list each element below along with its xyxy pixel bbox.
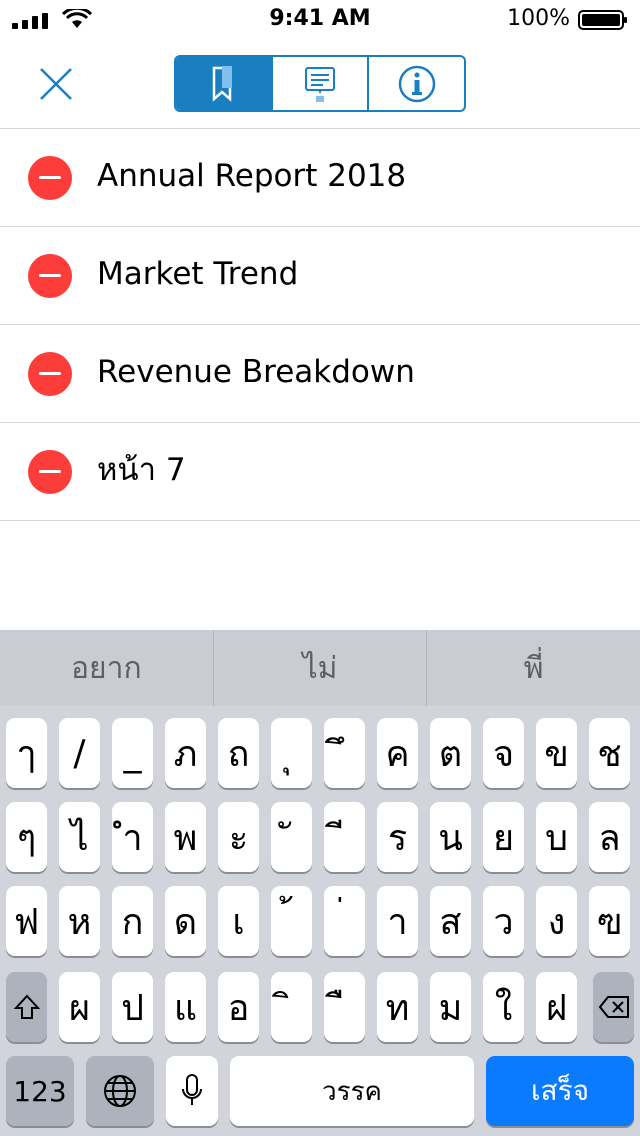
backspace-icon bbox=[598, 996, 629, 1018]
close-button[interactable] bbox=[28, 62, 84, 106]
list-item-label: Annual Report 2018 bbox=[97, 158, 407, 194]
dictation-key[interactable] bbox=[166, 1056, 218, 1126]
suggestion[interactable]: ไม่ bbox=[212, 630, 427, 706]
key[interactable]: พ bbox=[165, 802, 206, 872]
microphone-icon bbox=[182, 1074, 202, 1105]
key[interactable]: า bbox=[377, 886, 418, 956]
key[interactable]: ม bbox=[430, 972, 471, 1042]
key[interactable]: ย bbox=[483, 802, 524, 872]
tab-comments[interactable] bbox=[270, 57, 368, 110]
key[interactable]: จ bbox=[483, 718, 524, 788]
key[interactable]: ฝ bbox=[536, 972, 577, 1042]
key[interactable]: บ bbox=[536, 802, 577, 872]
key[interactable]: ช bbox=[589, 718, 630, 788]
key[interactable]: ด bbox=[165, 886, 206, 956]
key[interactable]: ถ bbox=[218, 718, 259, 788]
key[interactable]: ุ bbox=[271, 718, 312, 788]
battery-icon bbox=[578, 10, 627, 30]
delete-button[interactable] bbox=[28, 450, 72, 494]
key[interactable]: ิ bbox=[271, 972, 312, 1042]
numbers-key[interactable]: 123 bbox=[6, 1056, 74, 1126]
delete-button[interactable] bbox=[28, 352, 72, 396]
key[interactable]: ป bbox=[112, 972, 153, 1042]
toolbar bbox=[0, 40, 640, 129]
list-item[interactable]: หน้า 7 bbox=[0, 423, 640, 521]
done-key[interactable]: เสร็จ bbox=[486, 1056, 634, 1126]
key[interactable]: ๆ bbox=[6, 802, 47, 872]
delete-key[interactable] bbox=[593, 972, 634, 1042]
list-item[interactable]: Market Trend bbox=[0, 227, 640, 325]
key[interactable]: ๅ bbox=[6, 718, 47, 788]
list-item[interactable]: Revenue Breakdown bbox=[0, 325, 640, 423]
key[interactable]: ั bbox=[271, 802, 312, 872]
list-item-label: หน้า 7 bbox=[97, 452, 186, 488]
globe-icon bbox=[104, 1075, 136, 1107]
key[interactable]: ภ bbox=[165, 718, 206, 788]
key[interactable]: เ bbox=[218, 886, 259, 956]
info-icon bbox=[398, 65, 435, 102]
suggestion[interactable]: พี่ bbox=[426, 630, 640, 706]
globe-key[interactable] bbox=[86, 1056, 154, 1126]
key[interactable]: ้ bbox=[271, 886, 312, 956]
tab-info[interactable] bbox=[367, 57, 464, 110]
key[interactable]: ว bbox=[483, 886, 524, 956]
key[interactable]: ข bbox=[536, 718, 577, 788]
delete-button[interactable] bbox=[28, 254, 72, 298]
key[interactable]: ง bbox=[536, 886, 577, 956]
predictive-bar: อยาก ไม่ พี่ bbox=[0, 630, 640, 706]
battery-percent: 100% bbox=[507, 6, 570, 31]
close-icon bbox=[40, 68, 72, 100]
key[interactable]: ำ bbox=[112, 802, 153, 872]
suggestion[interactable]: อยาก bbox=[0, 630, 213, 706]
key[interactable]: ต bbox=[430, 718, 471, 788]
key[interactable]: ค bbox=[377, 718, 418, 788]
list-item-label: Market Trend bbox=[97, 256, 299, 292]
key[interactable]: น bbox=[430, 802, 471, 872]
key[interactable]: ี bbox=[324, 802, 365, 872]
tab-bookmarks[interactable] bbox=[176, 57, 271, 110]
key[interactable]: ผ bbox=[59, 972, 100, 1042]
key[interactable]: ะ bbox=[218, 802, 259, 872]
status-bar: 9:41 AM 100% bbox=[0, 0, 640, 40]
key[interactable]: ไ bbox=[59, 802, 100, 872]
delete-button[interactable] bbox=[28, 156, 72, 200]
key[interactable]: ฃ bbox=[589, 886, 630, 956]
key[interactable]: ื bbox=[324, 972, 365, 1042]
key[interactable]: ใ bbox=[483, 972, 524, 1042]
key[interactable]: ่ bbox=[324, 886, 365, 956]
key[interactable]: ท bbox=[377, 972, 418, 1042]
key[interactable]: ห bbox=[59, 886, 100, 956]
shift-icon bbox=[13, 994, 40, 1019]
key[interactable]: / bbox=[59, 718, 100, 788]
space-key[interactable]: วรรค bbox=[230, 1056, 474, 1126]
key[interactable]: _ bbox=[112, 718, 153, 788]
key[interactable]: ร bbox=[377, 802, 418, 872]
key[interactable]: อ bbox=[218, 972, 259, 1042]
comment-icon bbox=[305, 66, 335, 102]
list-item-label: Revenue Breakdown bbox=[97, 354, 415, 390]
bookmark-icon bbox=[213, 65, 233, 102]
view-segmented-control bbox=[174, 55, 466, 112]
key[interactable]: ส bbox=[430, 886, 471, 956]
key[interactable]: แ bbox=[165, 972, 206, 1042]
key[interactable]: ฟ bbox=[6, 886, 47, 956]
thai-keyboard: อยาก ไม่ พี่ ๅ/_ภถุึคตจขชๆไำพะัีรนยบลฟหก… bbox=[0, 630, 640, 1136]
key[interactable]: ล bbox=[589, 802, 630, 872]
list-item[interactable]: Annual Report 2018 bbox=[0, 129, 640, 227]
shift-key[interactable] bbox=[6, 972, 47, 1042]
key[interactable]: ก bbox=[112, 886, 153, 956]
bookmark-list: Annual Report 2018 Market Trend Revenue … bbox=[0, 129, 640, 521]
key[interactable]: ึ bbox=[324, 718, 365, 788]
